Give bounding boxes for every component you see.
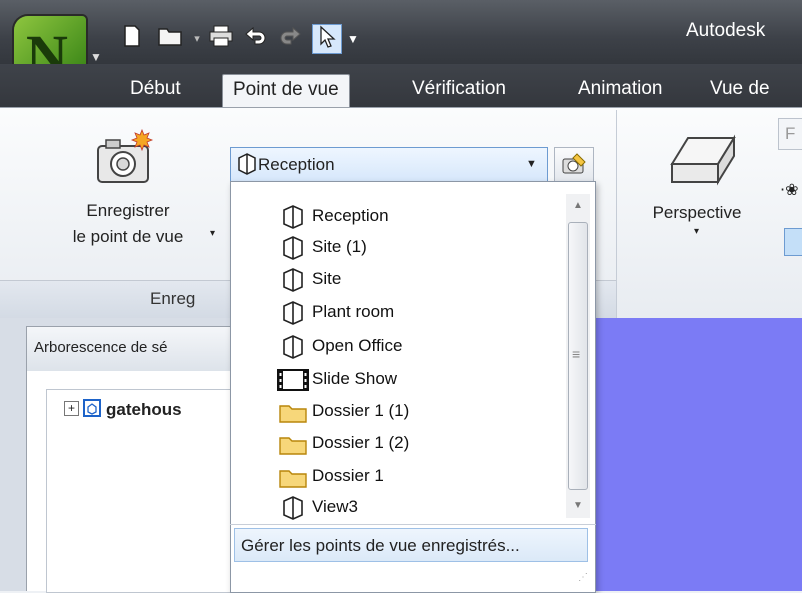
tab-vue-de[interactable]: Vue de [700,74,780,106]
chevron-down-icon: ▼ [90,50,102,64]
tree-header-title: Arborescence de sé [34,339,168,356]
save-viewpoint-label-2[interactable]: le point de vue [40,224,216,249]
new-icon[interactable] [118,24,146,54]
tab-debut[interactable]: Début [120,74,191,106]
dropdown-separator [230,524,596,525]
perspective-icon[interactable] [666,124,738,186]
chevron-down-icon[interactable]: ▼ [526,158,537,170]
panel-title: Enreg [150,289,196,308]
manage-viewpoints-button[interactable]: Gérer les points de vue enregistrés... [234,528,588,562]
film-icon [276,368,310,392]
scroll-up-icon[interactable]: ▲ [566,194,590,218]
tab-point-de-vue[interactable]: Point de vue [222,74,350,109]
undo-icon[interactable] [240,24,270,54]
chevron-down-icon[interactable]: ▾ [694,226,699,237]
perspective-label[interactable]: Perspective [632,200,762,225]
viewpoint-icon [276,268,310,292]
camera-icon[interactable] [92,128,156,188]
redo-icon[interactable] [276,24,306,54]
tab-verification[interactable]: Vérification [402,74,516,106]
expand-icon[interactable]: + [64,401,79,416]
tab-animation[interactable]: Animation [568,74,673,106]
viewpoint-icon [276,205,310,229]
folder-icon [276,465,310,489]
viewpoint-icon [276,496,310,520]
viewpoint-icon [276,236,310,260]
customize-quick-access-icon[interactable]: ▼ [346,24,360,54]
model-file-icon [82,398,102,418]
ribbon-separator [616,110,617,318]
ribbon-right-button[interactable]: F [778,118,802,150]
combo-selected[interactable]: Reception [258,155,335,175]
resize-grip-icon[interactable]: ⋰ [578,572,588,583]
viewpoint-icon [276,301,310,325]
save-viewpoint-label-1[interactable]: Enregistrer [40,198,216,223]
viewpoint-icon [236,153,258,175]
folder-icon [276,432,310,456]
scroll-grip-icon: ≡ [572,346,581,362]
scroll-down-icon[interactable]: ▼ [566,494,590,518]
viewpoint-icon [276,335,310,359]
edit-viewpoint-button[interactable] [554,147,594,183]
nav-tool-active-icon[interactable] [784,228,802,256]
app-title: Autodesk [686,20,766,41]
chevron-down-icon[interactable]: ▾ [210,228,215,239]
print-icon[interactable] [206,24,236,54]
tree-root-label[interactable]: gatehous [106,400,182,420]
folder-icon [276,400,310,424]
select-icon[interactable] [312,24,342,54]
chevron-down-icon[interactable]: ▾ [190,24,204,54]
open-icon[interactable] [156,24,186,54]
nav-tool-icon[interactable]: ⋅❀ [780,180,799,200]
